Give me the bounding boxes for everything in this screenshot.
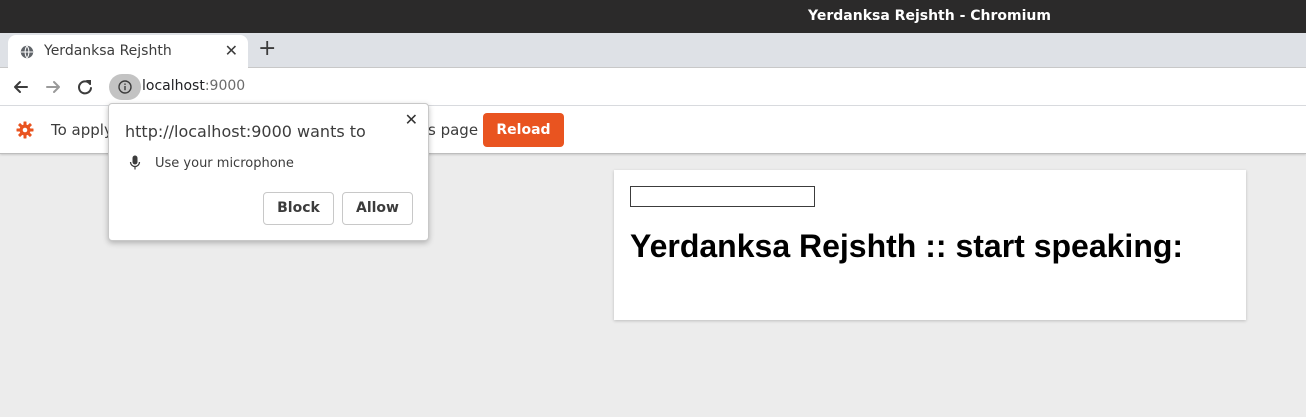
browser-toolbar: localhost:9000 (0, 68, 1306, 106)
text-input[interactable] (630, 186, 815, 207)
url-port: :9000 (204, 78, 246, 94)
browser-tab[interactable]: Yerdanksa Rejshth ✕ (8, 35, 248, 69)
page-content: Yerdanksa Rejshth :: start speaking: (614, 170, 1246, 320)
permission-title: http://localhost:9000 wants to (125, 122, 366, 141)
page-heading: Yerdanksa Rejshth :: start speaking: (630, 228, 1184, 264)
gear-icon (16, 121, 34, 139)
permission-item: Use your microphone (155, 156, 294, 171)
tab-title: Yerdanksa Rejshth (44, 43, 172, 59)
allow-button[interactable]: Allow (342, 192, 413, 225)
site-info-button[interactable] (109, 74, 141, 100)
tab-close-icon[interactable]: ✕ (225, 41, 238, 60)
reload-icon[interactable] (74, 76, 96, 98)
window-titlebar: Yerdanksa Rejshth - Chromium (0, 0, 1306, 33)
new-tab-button[interactable]: + (258, 38, 276, 60)
url-host: localhost (142, 78, 205, 94)
address-bar[interactable]: localhost:9000 (142, 78, 245, 94)
permission-dialog: http://localhost:9000 wants to ✕ Use you… (108, 103, 429, 241)
block-button[interactable]: Block (263, 192, 334, 225)
back-icon[interactable] (10, 76, 32, 98)
microphone-icon (129, 155, 141, 170)
infobar-message-end: s page (428, 121, 479, 139)
infobar-message-start: To apply (51, 121, 113, 139)
window-title: Yerdanksa Rejshth - Chromium (808, 8, 1051, 24)
info-icon (118, 80, 132, 94)
reload-button[interactable]: Reload (483, 113, 564, 147)
tab-strip: Yerdanksa Rejshth ✕ + (0, 33, 1306, 69)
globe-icon (20, 45, 34, 59)
close-icon[interactable]: ✕ (405, 110, 418, 129)
forward-icon[interactable] (42, 76, 64, 98)
